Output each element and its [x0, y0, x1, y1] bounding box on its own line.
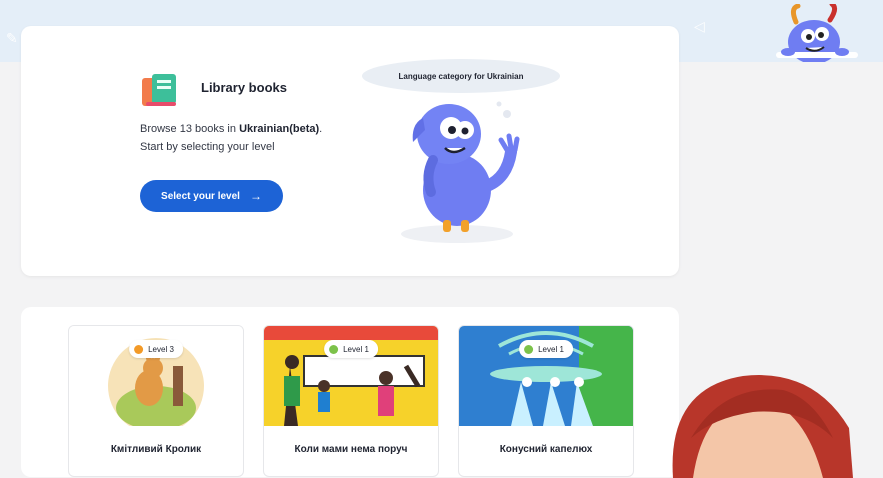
monster-mascot: [401, 101, 520, 243]
speech-bubble: Language category for Ukrainian: [362, 59, 560, 93]
book-card[interactable]: Level 1 Конусний капелюх: [458, 325, 634, 477]
level-dot-icon: [134, 344, 144, 354]
book-title: Коли мами нема поруч: [294, 444, 408, 455]
book-title: Конусний капелюх: [499, 444, 593, 455]
doodle-icon: ◁: [694, 18, 705, 34]
corner-monster-mascot: [776, 4, 858, 62]
book-stack-icon: [142, 74, 176, 106]
select-level-label: Select your level: [161, 190, 240, 202]
desc-prefix: Browse 13 books in: [140, 123, 240, 135]
hero-description: Browse 13 books in Ukrainian(beta). Star…: [140, 120, 370, 156]
doodle-icon: ✎: [6, 30, 18, 46]
level-dot-icon: [524, 344, 534, 354]
level-label: Level 1: [343, 344, 369, 354]
language-name: Ukrainian(beta): [239, 123, 320, 135]
level-badge: Level 1: [519, 340, 573, 358]
book-card[interactable]: Level 3 Кмітливий Кролик: [68, 325, 244, 477]
arrow-right-icon: →: [249, 189, 262, 203]
select-level-button[interactable]: Select your level →: [140, 180, 283, 212]
books-panel: Level 3 Кмітливий Кролик Level 1 Коли ма…: [21, 307, 679, 477]
desc-suffix: .: [319, 123, 323, 135]
page-title: Library books: [201, 80, 287, 95]
level-dot-icon: [329, 344, 339, 354]
desc-line2: Start by selecting your level: [140, 141, 275, 153]
level-label: Level 1: [538, 344, 564, 354]
level-badge: Level 1: [324, 340, 378, 358]
level-label: Level 3: [148, 344, 174, 354]
book-card[interactable]: Level 1 Коли мами нема поруч: [263, 325, 439, 477]
book-title: Кмітливий Кролик: [110, 444, 202, 455]
level-badge: Level 3: [129, 340, 183, 358]
